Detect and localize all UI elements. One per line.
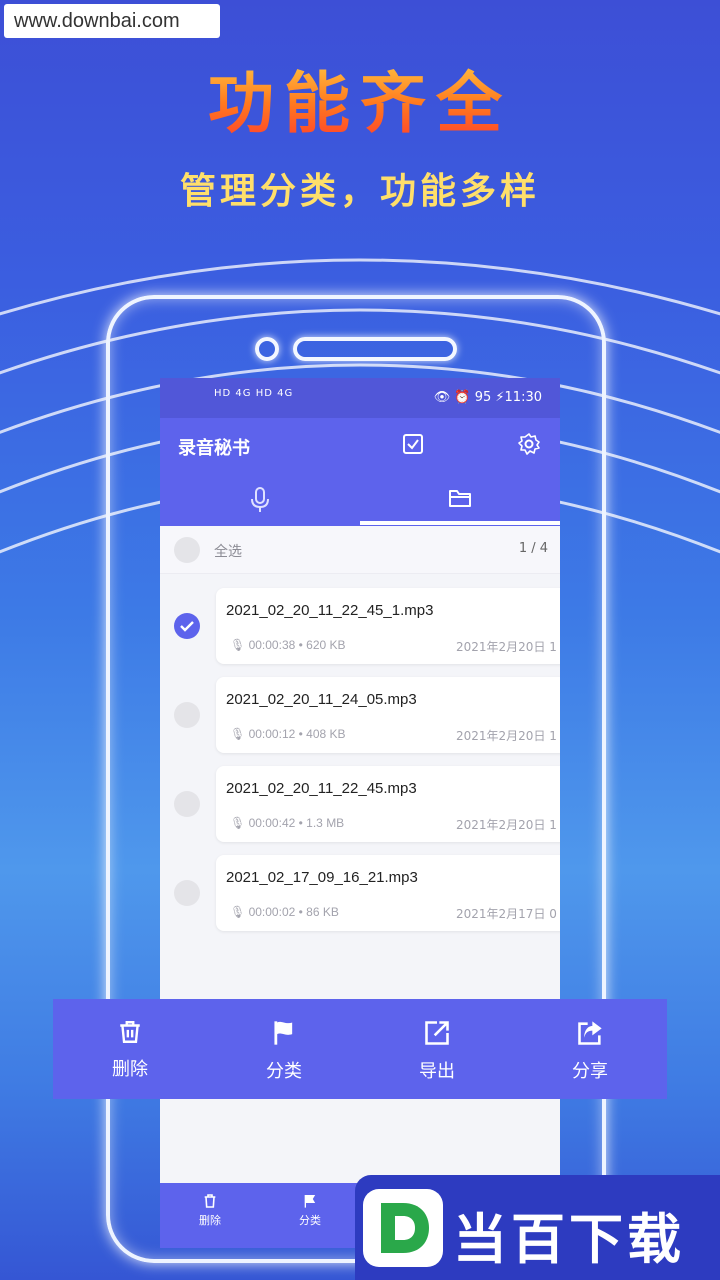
export-icon	[425, 1021, 449, 1045]
recording-size: 408 KB	[306, 727, 346, 741]
recording-duration: 00:00:42	[248, 816, 296, 830]
recording-size: 620 KB	[306, 638, 346, 652]
promo-subline: 管理分类，功能多样	[179, 171, 540, 212]
recording-meta: 🎙 00:00:12 • 408 KB	[230, 727, 346, 741]
floating-toolbar: 删除 分类 导出 分享	[53, 999, 667, 1099]
export-label: 导出	[419, 1061, 455, 1082]
recording-date: 2021年2月20日 1	[456, 818, 557, 832]
recording-card[interactable]: 2021_02_20_11_22_45_1.mp3 🎙 00:00:38 • 6…	[216, 588, 560, 664]
app-bar: 录音秘书	[160, 418, 560, 526]
export-button[interactable]: 导出	[387, 1019, 487, 1083]
row-checkbox-checked[interactable]	[174, 613, 200, 639]
check-icon	[180, 621, 194, 632]
app-title: 录音秘书	[178, 438, 250, 459]
category-button[interactable]: 分类	[234, 1019, 334, 1083]
signal-indicators: HD 4G HD 4G	[214, 388, 294, 399]
microphone-icon	[251, 487, 269, 512]
checkbox-icon[interactable]	[401, 432, 425, 456]
logo-text: 当百下载	[453, 1208, 685, 1271]
recording-duration: 00:00:38	[248, 638, 296, 652]
row-checkbox[interactable]	[174, 791, 200, 817]
mini-delete-button[interactable]: 删除	[180, 1193, 240, 1228]
share-icon	[578, 1021, 602, 1045]
status-bar: HD 4G HD 4G 👁 ⏰ 95 ⚡11:30	[160, 378, 560, 418]
flag-icon	[304, 1195, 316, 1208]
tab-indicator	[360, 521, 560, 525]
row-checkbox[interactable]	[174, 880, 200, 906]
recording-size: 1.3 MB	[306, 816, 345, 830]
logo-d-icon	[381, 1203, 429, 1253]
recording-card[interactable]: 2021_02_17_09_16_21.mp3 🎙 00:00:02 • 86 …	[216, 855, 560, 931]
phone-speaker	[293, 337, 457, 361]
category-label: 分类	[266, 1061, 302, 1082]
watermark: www.downbai.com	[4, 4, 220, 38]
promo-headline: 功能齐全	[0, 50, 720, 146]
recording-date: 2021年2月20日 1	[456, 729, 557, 743]
folder-icon	[449, 490, 471, 507]
recording-name: 2021_02_20_11_22_45.mp3	[226, 780, 417, 797]
logo-mark	[363, 1189, 443, 1267]
share-label: 分享	[572, 1061, 608, 1082]
recording-size: 86 KB	[306, 905, 339, 919]
mini-category-label: 分类	[299, 1214, 321, 1227]
phone-camera	[255, 337, 279, 361]
tab-files[interactable]	[360, 476, 560, 524]
recording-duration: 00:00:12	[248, 727, 296, 741]
delete-label: 删除	[112, 1059, 148, 1080]
mini-delete-label: 删除	[199, 1214, 221, 1227]
recording-meta: 🎙 00:00:42 • 1.3 MB	[230, 816, 345, 830]
recording-meta: 🎙 00:00:02 • 86 KB	[230, 905, 339, 919]
app-screen: HD 4G HD 4G 👁 ⏰ 95 ⚡11:30 录音秘书 全选 1 / 4 …	[160, 378, 560, 1248]
recording-date: 2021年2月20日 1	[456, 640, 557, 654]
recording-name: 2021_02_17_09_16_21.mp3	[226, 869, 418, 886]
select-all-bar: 全选 1 / 4	[160, 526, 560, 574]
trash-icon	[120, 1021, 140, 1043]
row-checkbox[interactable]	[174, 702, 200, 728]
settings-icon[interactable]	[517, 432, 541, 456]
recording-card[interactable]: 2021_02_20_11_22_45.mp3 🎙 00:00:42 • 1.3…	[216, 766, 560, 842]
recording-card[interactable]: 2021_02_20_11_24_05.mp3 🎙 00:00:12 • 408…	[216, 677, 560, 753]
flag-icon	[274, 1021, 293, 1045]
recording-date: 2021年2月17日 0	[456, 907, 557, 921]
recording-duration: 00:00:02	[248, 905, 296, 919]
selection-count: 1 / 4	[518, 541, 548, 556]
tab-record[interactable]	[160, 476, 360, 524]
recording-name: 2021_02_20_11_24_05.mp3	[226, 691, 417, 708]
status-right: 👁 ⏰ 95 ⚡11:30	[433, 390, 542, 405]
select-all-label[interactable]: 全选	[214, 541, 242, 561]
share-button[interactable]: 分享	[540, 1019, 640, 1083]
downbai-logo: 当百下载	[355, 1175, 720, 1280]
recording-name: 2021_02_20_11_22_45_1.mp3	[226, 602, 434, 619]
select-all-radio[interactable]	[174, 537, 200, 563]
delete-button[interactable]: 删除	[80, 1019, 180, 1081]
trash-icon	[204, 1194, 216, 1208]
mini-category-button[interactable]: 分类	[280, 1193, 340, 1228]
recording-meta: 🎙 00:00:38 • 620 KB	[230, 638, 346, 652]
